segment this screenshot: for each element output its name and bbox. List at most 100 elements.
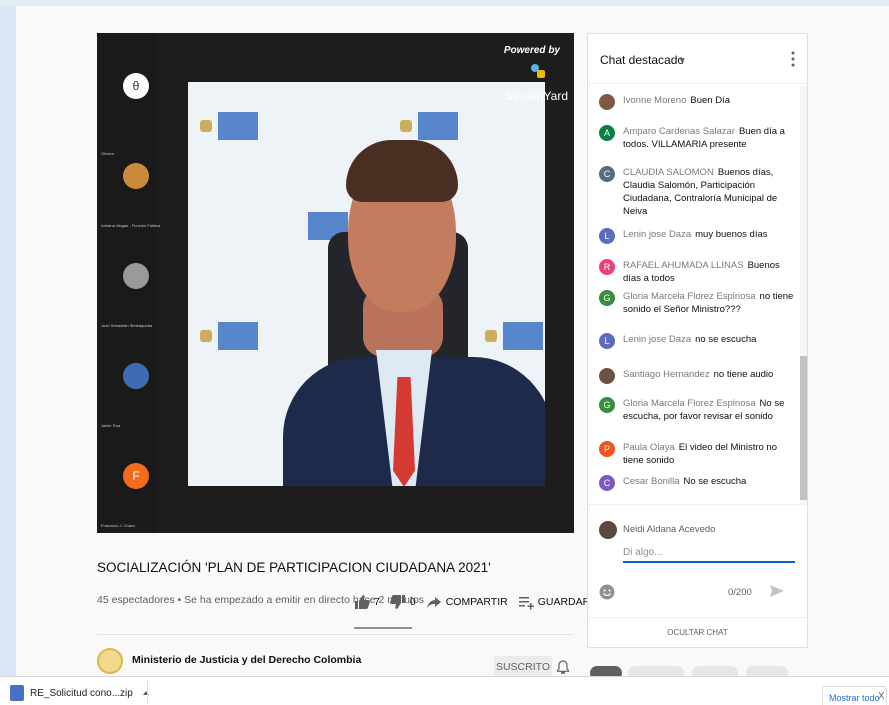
message-text: No se escucha: [683, 476, 747, 487]
chat-message: G Gloria Marcela Florez Espinosa no tiene…: [599, 290, 795, 316]
bell-icon[interactable]: [556, 660, 570, 674]
author-avatar: [599, 94, 615, 110]
send-icon[interactable]: [769, 583, 785, 599]
participant-name: Adriana Vargas - Función Pública: [101, 223, 161, 228]
backdrop-logo: [503, 322, 543, 350]
message-author: Santiago Hernandez: [623, 369, 710, 380]
participant-name: Francisco J. Chaux: [101, 523, 136, 528]
participant-tile: F Francisco J. Chaux: [101, 463, 171, 533]
divider: [97, 634, 574, 635]
thumbs-up-icon: [355, 595, 370, 609]
share-icon: [426, 597, 441, 608]
character-counter: 0/200: [728, 587, 752, 598]
like-ratio-bar: [354, 627, 412, 629]
chat-message: C CLAUDIA SALOMON Buenos días, Claudia Sa…: [599, 166, 795, 218]
download-file-name: RE_Solicitud cono...zip: [30, 687, 133, 699]
current-user-avatar: [599, 521, 617, 539]
backdrop-crest: [400, 120, 412, 132]
chat-message-input[interactable]: [623, 543, 795, 563]
add-to-playlist-icon: [518, 597, 534, 610]
message-author: RAFAEL AHUMADA LLINAS: [623, 260, 744, 271]
message-author: Paula Olaya: [623, 442, 675, 453]
share-button[interactable]: COMPARTIR: [426, 594, 508, 610]
author-avatar: P: [599, 441, 615, 457]
chat-message: L Lenin jose Daza no se escucha: [599, 333, 795, 349]
download-item[interactable]: RE_Solicitud cono...zip: [10, 683, 149, 703]
participant-name: Juan Sebastián Simbaqueba: [101, 323, 153, 328]
close-icon[interactable]: X: [878, 691, 885, 702]
streamyard-brand: StreamYard: [504, 89, 568, 103]
participant-avatar: [123, 163, 149, 189]
channel-avatar[interactable]: [97, 648, 123, 674]
author-avatar: G: [599, 397, 615, 413]
video-player[interactable]: θ Olivera Adriana Vargas - Función Públi…: [97, 33, 574, 533]
like-count: 7: [374, 596, 380, 608]
speaker-video: [188, 82, 545, 486]
message-author: Lenin jose Daza: [623, 229, 692, 240]
participant-name: Javier Roa: [101, 423, 121, 428]
chat-message: R RAFAEL AHUMADA LLINAS Buenos días a tod…: [599, 259, 795, 285]
hide-chat-button[interactable]: OCULTAR CHAT: [588, 617, 807, 647]
participant-avatar: θ: [123, 73, 149, 99]
chat-message: L Lenin jose Daza muy buenos días: [599, 228, 795, 244]
video-actions: 7 0 COMPARTIR GUARDAR ...: [354, 590, 609, 614]
divider: [147, 681, 148, 703]
message-text: muy buenos días: [695, 229, 768, 240]
chat-header: Chat destacado: [588, 34, 807, 84]
backdrop-crest: [200, 120, 212, 132]
chat-message: Ivonne Moreno Buen Día: [599, 94, 795, 110]
chat-message: P Paula Olaya El video del Ministro no ti…: [599, 441, 795, 467]
author-avatar: A: [599, 125, 615, 141]
message-author: Lenin jose Daza: [623, 334, 692, 345]
powered-by-label: Powered by: [503, 45, 560, 56]
message-author: Gloria Marcela Florez Espinosa: [623, 291, 756, 302]
save-label: GUARDAR: [537, 596, 591, 608]
participants-sidebar: θ Olivera Adriana Vargas - Función Públi…: [97, 33, 160, 533]
message-text: Buen Día: [690, 95, 730, 106]
message-text: no se escucha: [695, 334, 757, 345]
current-user-name: Neidi Aldana Acevedo: [623, 524, 716, 535]
chat-composer: Neidi Aldana Acevedo 0/200: [588, 504, 807, 619]
participant-tile: Adriana Vargas - Función Pública: [101, 163, 171, 253]
message-author: Cesar Bonilla: [623, 476, 680, 487]
share-label: COMPARTIR: [445, 596, 508, 608]
download-bar: RE_Solicitud cono...zip Mostrar todo X: [0, 676, 889, 705]
backdrop-crest: [200, 330, 212, 342]
message-author: Amparo Cardenas Salazar: [623, 126, 735, 137]
chevron-down-icon[interactable]: [679, 58, 685, 62]
author-avatar: C: [599, 166, 615, 182]
subscribe-button[interactable]: SUSCRITO: [494, 656, 552, 678]
chat-message: Santiago Hernandez no tiene audio: [599, 368, 795, 384]
chat-scrollbar-thumb[interactable]: [800, 356, 807, 500]
thumbs-down-icon: [389, 595, 405, 609]
like-button[interactable]: 7: [354, 594, 380, 610]
participant-name: Olivera: [101, 151, 114, 156]
chat-mode-selector[interactable]: Chat destacado: [600, 53, 684, 67]
emoji-icon[interactable]: [599, 584, 615, 600]
dislike-count: 0: [409, 596, 416, 608]
backdrop-logo: [218, 112, 258, 140]
author-avatar: [599, 368, 615, 384]
author-avatar: L: [599, 228, 615, 244]
more-vert-icon[interactable]: [791, 50, 795, 68]
chat-message: G Gloria Marcela Florez Espinosa No se es…: [599, 397, 795, 423]
dislike-button[interactable]: 0: [389, 594, 416, 610]
participant-avatar: [123, 263, 149, 289]
participant-tile: Javier Roa: [101, 363, 171, 453]
streamyard-logo-icon: [531, 64, 545, 78]
channel-name[interactable]: Ministerio de Justicia y del Derecho Col…: [132, 654, 361, 666]
participant-avatar: [123, 363, 149, 389]
participant-tile: θ Olivera: [101, 73, 171, 163]
chat-message: A Amparo Cardenas Salazar Buen día a todo…: [599, 125, 795, 151]
backdrop-logo: [418, 112, 458, 140]
author-avatar: G: [599, 290, 615, 306]
author-avatar: R: [599, 259, 615, 275]
message-author: Ivonne Moreno: [623, 95, 687, 106]
author-avatar: L: [599, 333, 615, 349]
chat-messages[interactable]: Ivonne Moreno Buen Día A Amparo Cardenas …: [588, 86, 807, 532]
save-button[interactable]: GUARDAR: [518, 594, 591, 610]
live-chat-panel: Chat destacado Ivonne Moreno Buen Día A A…: [587, 33, 808, 648]
message-author: CLAUDIA SALOMON: [623, 167, 714, 178]
backdrop-logo: [218, 322, 258, 350]
show-all-downloads-button[interactable]: Mostrar todo: [822, 686, 887, 705]
